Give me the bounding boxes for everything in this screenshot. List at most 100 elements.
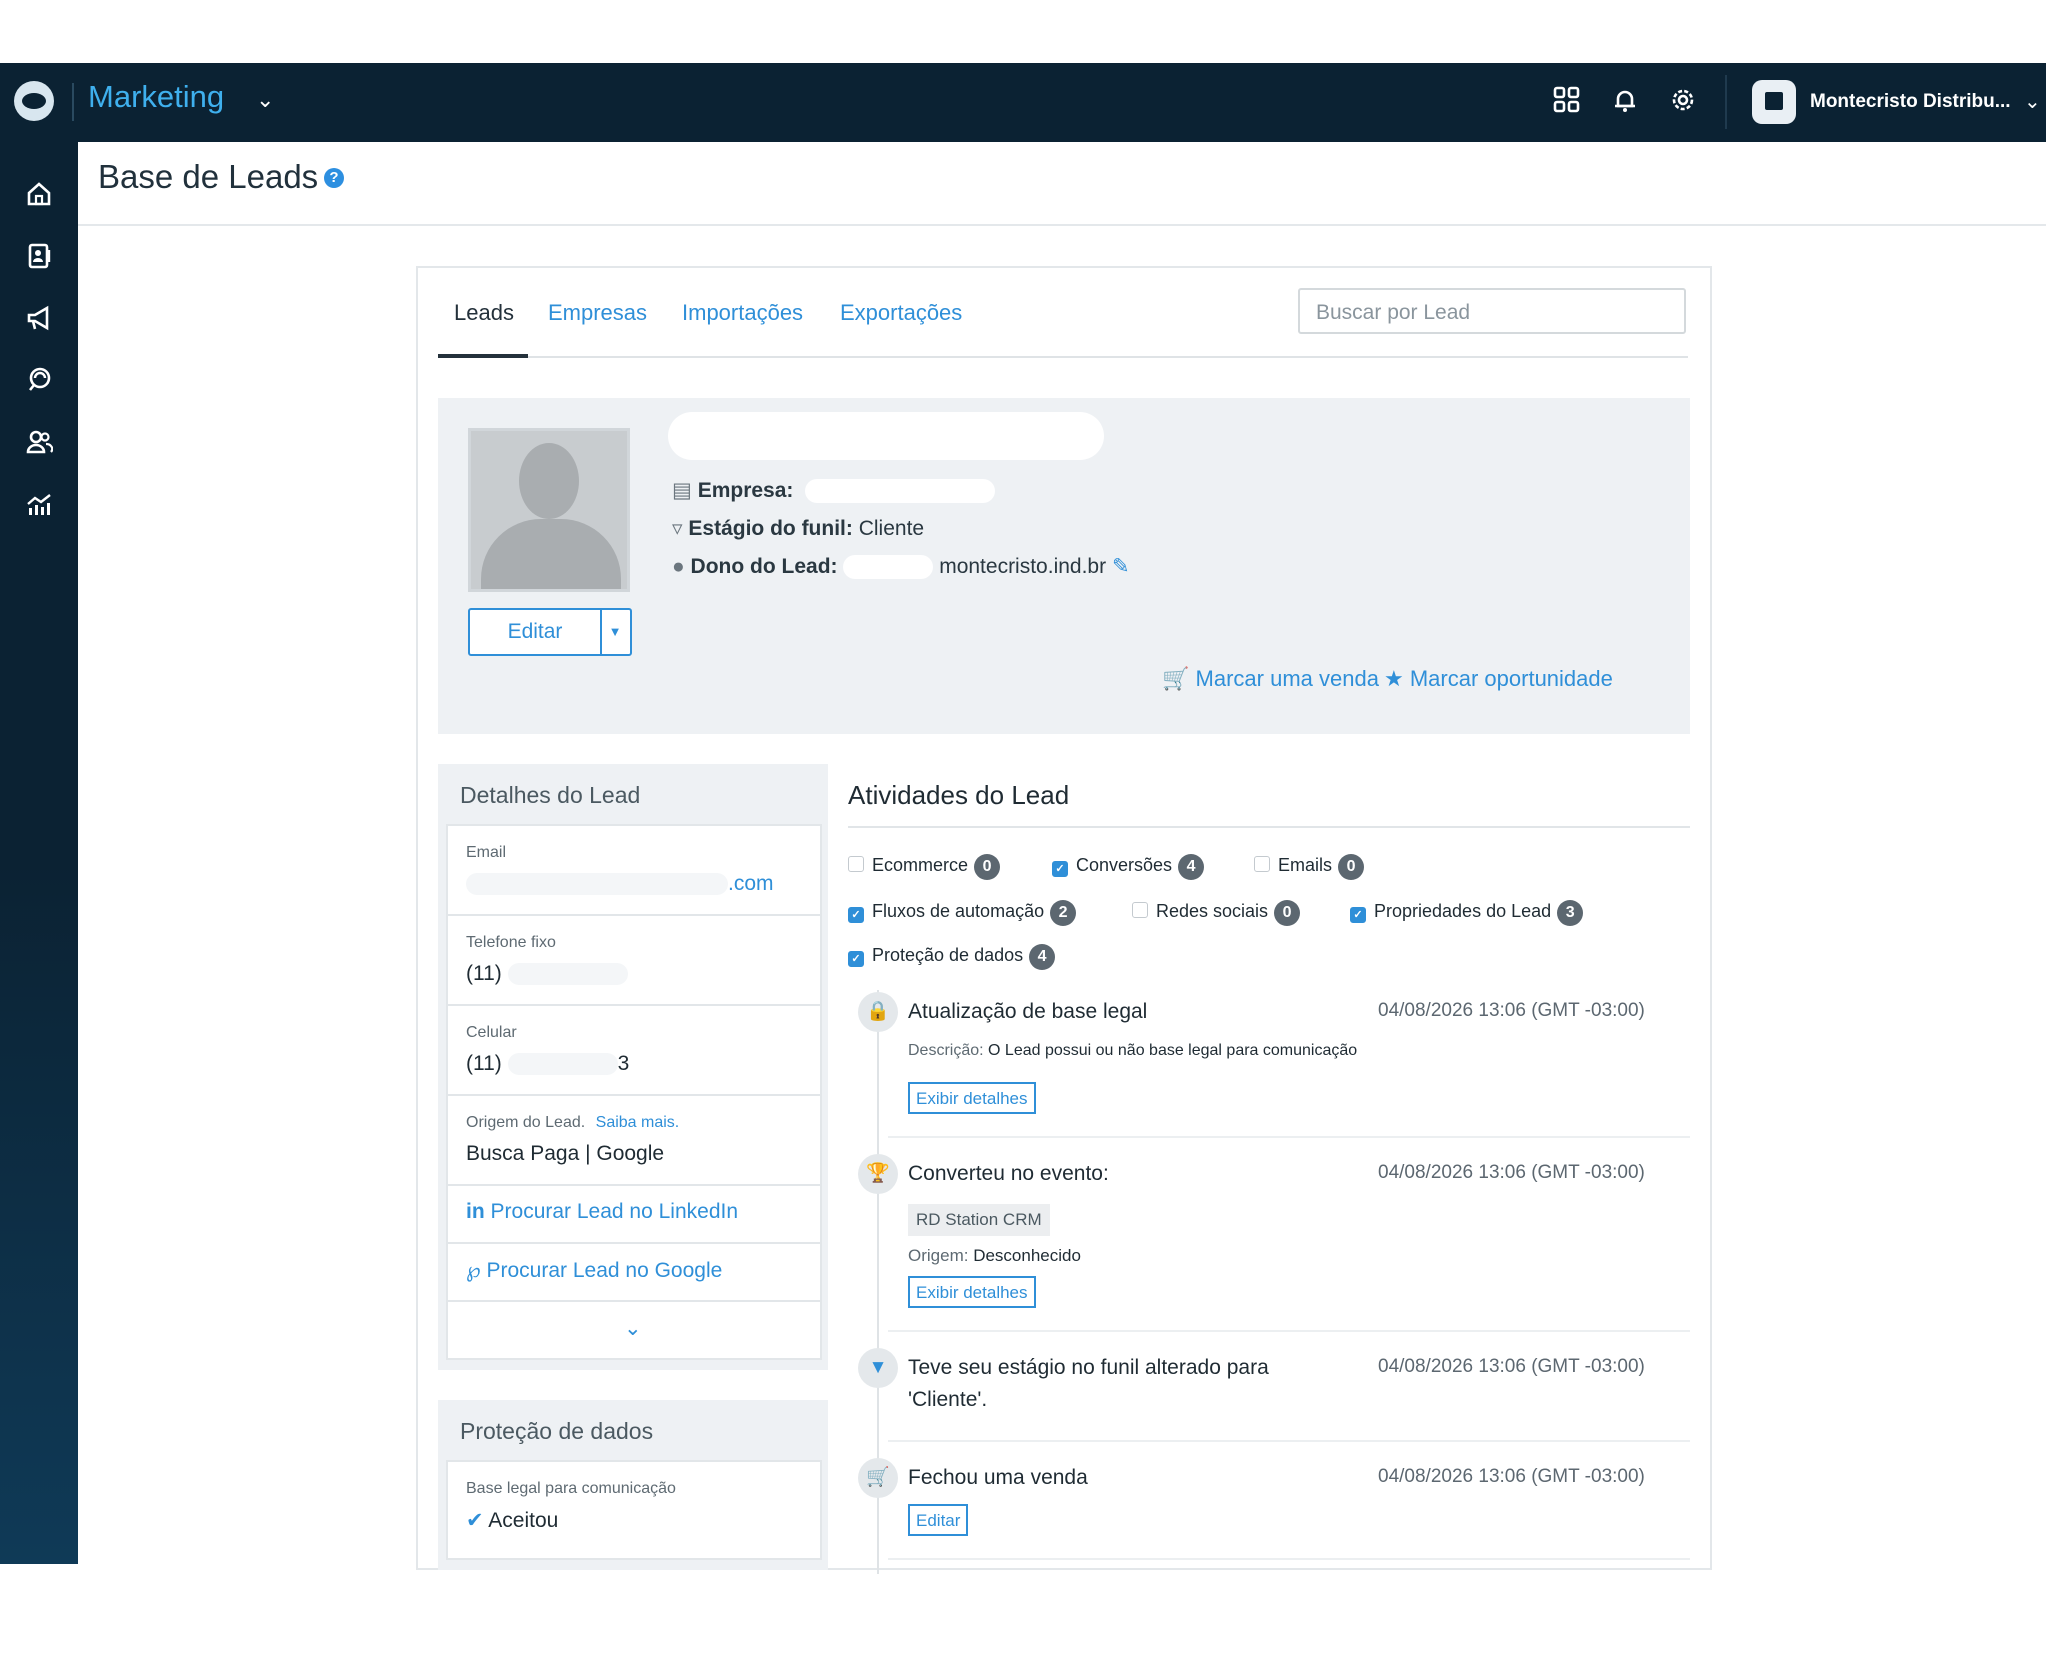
count-badge: 4 — [1178, 854, 1205, 880]
data-protection-title: Proteção de dados — [460, 1418, 654, 1444]
sidebar — [0, 142, 78, 1564]
analytics-icon[interactable] — [22, 490, 56, 524]
apps-grid-icon[interactable] — [1550, 85, 1584, 119]
filter-fluxos-automacao[interactable]: ✓ Fluxos de automação 2 — [848, 900, 1077, 926]
google-search-row[interactable]: ℘ Procurar Lead no Google — [446, 1242, 822, 1302]
lead-activities-panel: Atividades do Lead Ecommerce 0 ✓ Conversõe… — [848, 764, 1690, 1574]
tab-exportacoes[interactable]: Exportações — [840, 300, 962, 326]
funnel-stage-row: ▿ Estágio do funil: Cliente — [672, 516, 924, 541]
gear-icon[interactable] — [1666, 85, 1700, 119]
show-details-button[interactable]: Exibir detalhes — [908, 1082, 1036, 1114]
mark-opportunity-link[interactable]: ★ Marcar oportunidade — [1384, 666, 1613, 692]
event-title-continued: 'Cliente'. — [908, 1388, 988, 1411]
filter-emails[interactable]: Emails 0 — [1254, 854, 1365, 880]
mark-sale-link[interactable]: 🛒 Marcar uma venda — [1162, 666, 1379, 692]
event-timestamp: 04/08/2026 13:06 (GMT -03:00) — [1378, 1000, 1645, 1021]
data-protection-panel: Proteção de dados Base legal para comuni… — [438, 1400, 828, 1570]
mobile-field: Celular (11) 3 — [446, 1004, 822, 1096]
lead-origin-label: Origem do Lead. Saiba mais. — [466, 1114, 680, 1131]
app-switcher-label[interactable]: Marketing — [88, 79, 224, 115]
edit-button-group: Editar ▼ — [468, 608, 632, 656]
chevron-down-icon[interactable]: ⌄ — [256, 87, 274, 113]
linkedin-search-link[interactable]: in Procurar Lead no LinkedIn — [466, 1200, 738, 1224]
account-chevron-down-icon[interactable]: ⌄ — [2024, 89, 2041, 114]
top-navbar: Marketing ⌄ Montecristo Distribu... ⌄ — [0, 63, 2046, 142]
checkbox-checked[interactable]: ✓ — [848, 951, 864, 967]
topbar-divider — [1725, 75, 1727, 129]
email-label: Email — [466, 844, 507, 861]
edit-sale-button[interactable]: Editar — [908, 1504, 969, 1536]
page-title: Base de Leads — [98, 158, 319, 195]
active-tab-indicator — [438, 354, 528, 358]
filter-ecommerce[interactable]: Ecommerce 0 — [848, 854, 1001, 880]
lead-summary-panel: ▤ Empresa: ▿ Estágio do funil: Cliente ●… — [438, 398, 1690, 734]
relationship-icon[interactable] — [22, 366, 56, 400]
building-icon: ▤ — [672, 479, 692, 502]
mobile-label: Celular — [466, 1024, 517, 1041]
checkbox[interactable] — [848, 856, 864, 872]
expand-details-row[interactable]: ⌄ — [446, 1300, 822, 1360]
edit-dropdown-caret-icon[interactable]: ▼ — [600, 610, 630, 654]
account-name[interactable]: Montecristo Distribu... — [1810, 91, 2011, 113]
event-timestamp: 04/08/2026 13:06 (GMT -03:00) — [1378, 1466, 1645, 1487]
chevron-down-icon[interactable]: ⌄ — [624, 1316, 642, 1341]
linkedin-search-row[interactable]: in Procurar Lead no LinkedIn — [446, 1184, 822, 1244]
legal-basis-field: Base legal para comunicação ✔ Aceitou — [446, 1460, 822, 1560]
event-timestamp: 04/08/2026 13:06 (GMT -03:00) — [1378, 1356, 1645, 1377]
funnel-icon: ▿ — [672, 517, 683, 540]
checkbox-checked[interactable]: ✓ — [848, 907, 864, 923]
filter-conversoes[interactable]: ✓ Conversões 4 — [1052, 854, 1205, 880]
event-origin: Origem: Desconhecido — [908, 1246, 1081, 1265]
email-value: .com — [466, 872, 774, 896]
cart-icon: 🛒 — [858, 1458, 898, 1498]
event-title: Atualização de base legal — [908, 1000, 1148, 1023]
lock-icon: 🔒 — [858, 992, 898, 1032]
checkbox-checked[interactable]: ✓ — [1052, 861, 1068, 877]
trophy-icon: 🏆 — [858, 1154, 898, 1194]
tab-leads[interactable]: Leads — [454, 300, 514, 326]
page-header: Base de Leads ? — [78, 142, 2046, 226]
lead-search-input[interactable]: Buscar por Lead — [1298, 288, 1686, 334]
filter-propriedades-lead[interactable]: ✓ Propriedades do Lead 3 — [1350, 900, 1584, 926]
conversion-event-tag: RD Station CRM — [908, 1204, 1050, 1236]
event-title: Fechou uma venda — [908, 1466, 1088, 1489]
home-icon[interactable] — [22, 180, 56, 214]
lead-avatar — [468, 428, 630, 592]
event-divider — [888, 1330, 1690, 1332]
checkbox[interactable] — [1254, 856, 1270, 872]
lead-origin-value: Busca Paga | Google — [466, 1142, 665, 1165]
account-avatar[interactable] — [1752, 80, 1796, 124]
funnel-icon: ▼ — [858, 1348, 898, 1388]
rd-logo-icon[interactable] — [14, 81, 54, 121]
count-badge: 2 — [1050, 900, 1077, 926]
cart-icon: 🛒 — [1162, 666, 1190, 691]
pencil-icon[interactable]: ✎ — [1112, 555, 1130, 578]
filter-protecao-dados[interactable]: ✓ Proteção de dados 4 — [848, 944, 1056, 970]
email-field: Email .com — [446, 824, 822, 916]
edit-lead-button[interactable]: Editar — [470, 610, 602, 654]
lead-owner-row: ● Dono do Lead: montecristo.ind.br ✎ — [672, 554, 1130, 580]
phone-field: Telefone fixo (11) — [446, 914, 822, 1006]
lead-card: Leads Empresas Importações Exportações B… — [416, 266, 1712, 1574]
google-search-link[interactable]: ℘ Procurar Lead no Google — [466, 1258, 722, 1283]
event-divider — [888, 1136, 1690, 1138]
filter-redes-sociais[interactable]: Redes sociais 0 — [1132, 900, 1301, 926]
company-value-redacted[interactable] — [805, 479, 996, 504]
tab-importacoes[interactable]: Importações — [682, 300, 803, 326]
event-divider — [888, 1558, 1690, 1560]
linkedin-icon: in — [466, 1200, 485, 1223]
star-icon: ★ — [1384, 666, 1404, 691]
show-details-button[interactable]: Exibir detalhes — [908, 1276, 1036, 1308]
leads-users-icon[interactable] — [22, 428, 56, 462]
megaphone-icon[interactable] — [22, 304, 56, 338]
event-title: Teve seu estágio no funil alterado para — [908, 1356, 1269, 1379]
tab-empresas[interactable]: Empresas — [548, 300, 647, 326]
checkbox-checked[interactable]: ✓ — [1350, 907, 1366, 923]
lead-origin-field: Origem do Lead. Saiba mais. Busca Paga |… — [446, 1094, 822, 1186]
saiba-mais-link[interactable]: Saiba mais. — [596, 1114, 680, 1131]
bell-icon[interactable] — [1608, 85, 1642, 119]
contacts-icon[interactable] — [22, 242, 56, 276]
checkbox[interactable] — [1132, 902, 1148, 918]
mobile-value: (11) 3 — [466, 1052, 630, 1076]
help-icon[interactable]: ? — [324, 168, 344, 188]
